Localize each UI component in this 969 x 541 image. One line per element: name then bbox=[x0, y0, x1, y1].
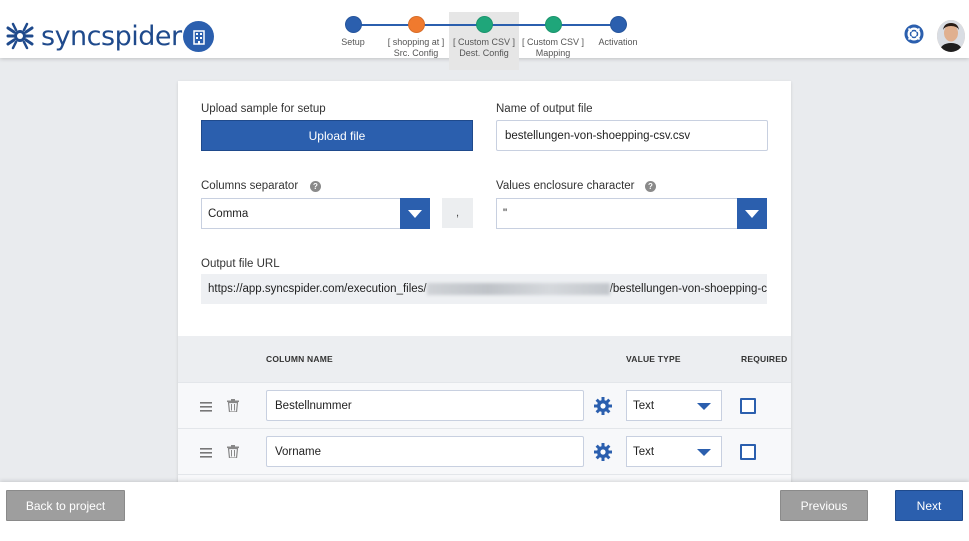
user-avatar[interactable] bbox=[937, 20, 965, 52]
step-dot bbox=[344, 16, 362, 33]
value-type-select[interactable]: Text bbox=[626, 390, 722, 421]
destination-config-card: Upload sample for setup Upload file Name… bbox=[178, 81, 791, 541]
value-type-value: Text bbox=[633, 399, 655, 412]
gear-icon[interactable] bbox=[594, 397, 612, 415]
chevron-down-icon bbox=[697, 403, 711, 410]
chevron-down-icon bbox=[697, 449, 711, 456]
header-required: REQUIRED bbox=[741, 354, 788, 364]
url-label: Output file URL bbox=[201, 258, 280, 270]
previous-button[interactable]: Previous bbox=[780, 490, 868, 521]
trash-icon[interactable] bbox=[227, 445, 239, 458]
next-button[interactable]: Next bbox=[895, 490, 963, 521]
logo[interactable]: syncspider bbox=[4, 18, 182, 54]
url-suffix: /bestellungen-von-shoepping-c bbox=[609, 283, 767, 295]
trash-icon[interactable] bbox=[227, 399, 239, 412]
progress-stepper: Setup [ shopping at ] Src. Config [ Cust… bbox=[335, 12, 645, 70]
user-photo bbox=[937, 20, 965, 52]
required-checkbox[interactable] bbox=[740, 444, 756, 460]
chevron-down-icon[interactable] bbox=[400, 198, 430, 229]
column-name-input[interactable]: Vorname bbox=[266, 436, 584, 467]
upload-file-button[interactable]: Upload file bbox=[201, 120, 473, 151]
separator-select[interactable]: Comma bbox=[201, 198, 430, 229]
drag-handle-icon[interactable] bbox=[200, 448, 212, 458]
lifebuoy-help-icon[interactable] bbox=[904, 24, 924, 44]
organization-icon[interactable] bbox=[183, 21, 214, 52]
redacted-token bbox=[426, 283, 610, 295]
step-label: Activation bbox=[598, 37, 638, 47]
header-column-name: COLUMN NAME bbox=[266, 354, 333, 364]
separator-label: Columns separator bbox=[201, 180, 299, 192]
value-type-select[interactable]: Text bbox=[626, 436, 722, 467]
top-bar: syncspider Setup [ shopping at ] Src. Co… bbox=[0, 0, 969, 70]
back-to-project-button[interactable]: Back to project bbox=[6, 490, 125, 521]
step-dot bbox=[609, 16, 627, 33]
chevron-down-icon[interactable] bbox=[737, 198, 767, 229]
output-name-input[interactable]: bestellungen-von-shoepping-csv.csv bbox=[496, 120, 768, 151]
url-prefix: https://app.syncspider.com/execution_fil… bbox=[208, 283, 427, 295]
question-icon[interactable]: ? bbox=[310, 181, 321, 192]
bottom-bar: Back to project Previous Next bbox=[0, 482, 969, 541]
drag-handle-icon[interactable] bbox=[200, 402, 212, 412]
required-checkbox[interactable] bbox=[740, 398, 756, 414]
output-name-label: Name of output file bbox=[496, 103, 593, 115]
columns-table-header: COLUMN NAME VALUE TYPE REQUIRED bbox=[178, 336, 791, 382]
step-activation[interactable]: Activation bbox=[578, 12, 658, 48]
upload-label: Upload sample for setup bbox=[201, 103, 326, 115]
step-dot bbox=[407, 16, 425, 33]
enclosure-label: Values enclosure character bbox=[496, 180, 635, 192]
spider-logo-icon bbox=[6, 22, 34, 50]
enclosure-select[interactable]: " bbox=[496, 198, 767, 229]
header-value-type: VALUE TYPE bbox=[626, 354, 681, 364]
table-row: Bestellnummer Text bbox=[178, 382, 791, 428]
output-url-field[interactable]: https://app.syncspider.com/execution_fil… bbox=[201, 274, 767, 304]
gear-icon[interactable] bbox=[594, 443, 612, 461]
step-dot bbox=[544, 16, 562, 33]
question-icon[interactable]: ? bbox=[645, 181, 656, 192]
value-type-value: Text bbox=[633, 445, 655, 458]
separator-preview: , bbox=[442, 198, 473, 228]
table-row: Vorname Text bbox=[178, 428, 791, 474]
step-dot bbox=[475, 16, 493, 33]
enclosure-value: " bbox=[503, 207, 508, 220]
step-dest-config[interactable]: [ Custom CSV ] Dest. Config bbox=[444, 12, 524, 59]
building-icon bbox=[192, 29, 205, 45]
step-label: [ Custom CSV ] Dest. Config bbox=[452, 37, 515, 58]
separator-value: Comma bbox=[208, 207, 249, 220]
logo-text: syncspider bbox=[41, 20, 182, 52]
column-name-input[interactable]: Bestellnummer bbox=[266, 390, 584, 421]
